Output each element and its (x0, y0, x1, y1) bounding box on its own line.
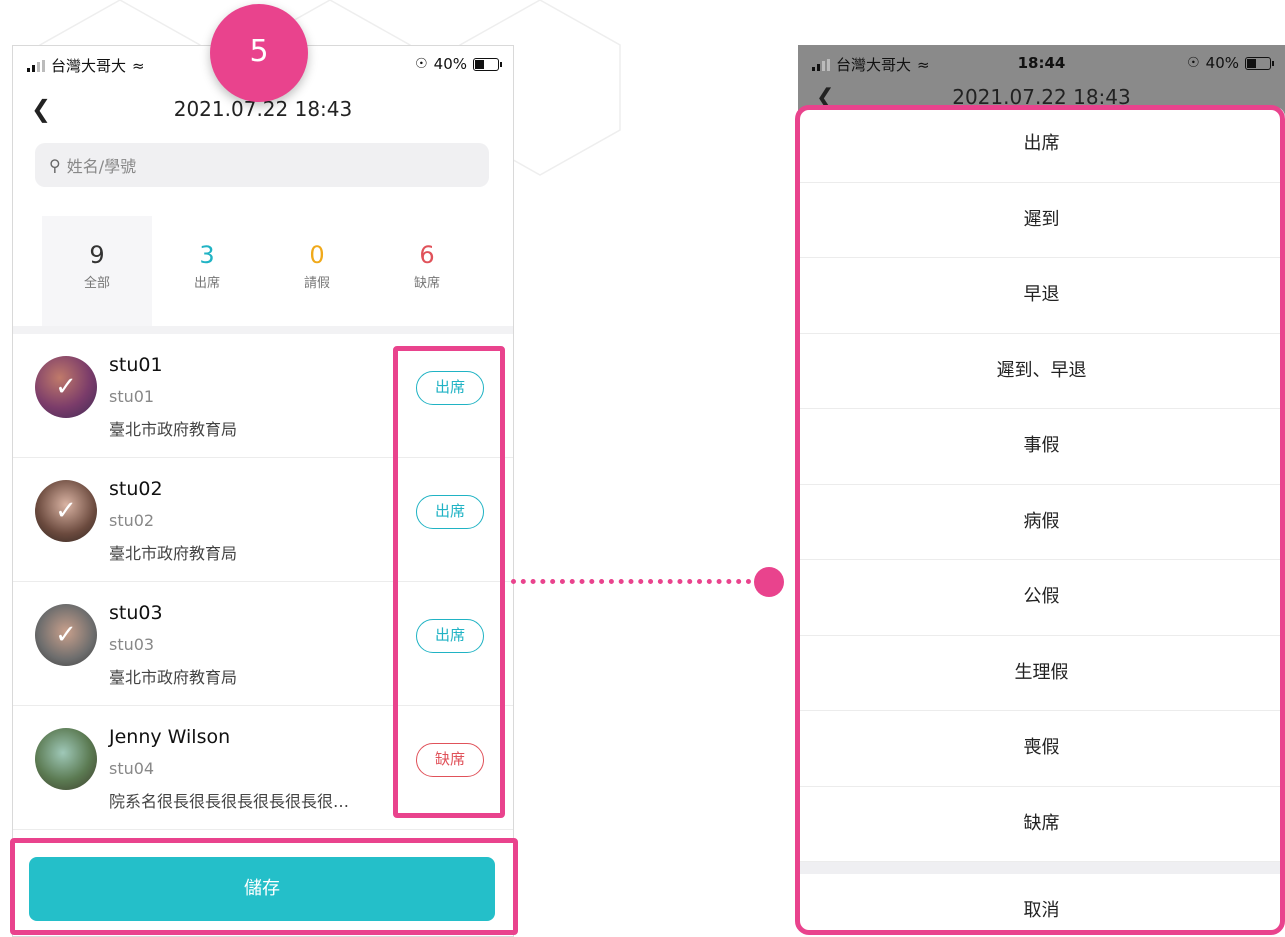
stat-tab-all[interactable]: 9 全部 (42, 216, 152, 326)
stat-count: 3 (199, 241, 215, 269)
option-bereavement-leave[interactable]: 喪假 (798, 711, 1285, 787)
checkmark-icon: ✓ (55, 496, 77, 526)
orientation-lock-icon: ☉ (1187, 55, 1200, 71)
student-list: ✓ stu01 stu01 臺北市政府教育局 出席 ✓ stu02 stu02 … (13, 334, 513, 830)
search-icon: ⚲ (49, 155, 61, 175)
student-org: 臺北市政府教育局 (109, 420, 238, 439)
student-id: stu04 (109, 759, 155, 778)
stat-label: 出席 (193, 276, 220, 291)
wifi-icon: ≈ (132, 56, 145, 75)
option-sick-leave[interactable]: 病假 (798, 485, 1285, 560)
connector-line (511, 579, 761, 584)
attendance-screen: 台灣大哥大 ≈ ☉ 40% ❮ 2021.07.22 18:43 ⚲ 姓名/學號… (12, 45, 514, 937)
option-personal-leave[interactable]: 事假 (798, 409, 1285, 485)
search-input[interactable]: ⚲ 姓名/學號 (35, 143, 489, 187)
sheet-separator (798, 862, 1285, 874)
stat-tab-absent[interactable]: 6 缺席 (372, 216, 482, 326)
stat-label: 全部 (83, 276, 110, 291)
list-item[interactable]: ✓ stu03 stu03 臺北市政府教育局 出席 (13, 582, 513, 706)
stat-label: 缺席 (413, 276, 440, 291)
student-org: 院系名很長很長很長很長很長很… (109, 792, 350, 811)
list-item[interactable]: Jenny Wilson stu04 院系名很長很長很長很長很長很… 缺席 (13, 706, 513, 830)
student-org: 臺北市政府教育局 (109, 668, 238, 687)
page-title: 2021.07.22 18:43 (952, 85, 1131, 109)
option-late[interactable]: 遲到 (798, 183, 1285, 258)
student-org: 臺北市政府教育局 (109, 544, 238, 563)
status-picker-screen: 台灣大哥大 ≈ 18:44 ☉ 40% ❮ 2021.07.22 18:43 出… (798, 45, 1285, 935)
option-menstrual-leave[interactable]: 生理假 (798, 636, 1285, 711)
avatar: ✓ (35, 604, 97, 666)
status-tag[interactable]: 出席 (416, 371, 484, 405)
student-name: Jenny Wilson (109, 726, 231, 748)
status-tag[interactable]: 缺席 (416, 743, 484, 777)
battery-percent: 40% (1205, 54, 1239, 72)
avatar: ✓ (35, 356, 97, 418)
student-id: stu02 (109, 511, 155, 530)
battery-icon (473, 57, 502, 71)
checkmark-icon: ✓ (55, 620, 77, 650)
carrier-label: 台灣大哥大 (51, 57, 127, 75)
status-tag[interactable]: 出席 (416, 619, 484, 653)
avatar: ✓ (35, 480, 97, 542)
stat-tab-present[interactable]: 3 出席 (152, 216, 262, 326)
list-item[interactable]: ✓ stu02 stu02 臺北市政府教育局 出席 (13, 458, 513, 582)
stat-count: 0 (309, 241, 325, 269)
avatar (35, 728, 97, 790)
action-sheet: 出席 遲到 早退 遲到、早退 事假 病假 公假 生理假 喪假 缺席 取消 (798, 107, 1285, 935)
section-divider (13, 326, 513, 334)
connector-dot (754, 567, 784, 597)
stat-count: 6 (419, 241, 435, 269)
student-name: stu01 (109, 354, 163, 376)
status-tag[interactable]: 出席 (416, 495, 484, 529)
option-official-leave[interactable]: 公假 (798, 560, 1285, 636)
signal-icon (27, 59, 45, 72)
checkmark-icon: ✓ (55, 372, 77, 402)
list-item[interactable]: ✓ stu01 stu01 臺北市政府教育局 出席 (13, 334, 513, 458)
orientation-lock-icon: ☉ (415, 56, 428, 72)
attendance-summary: 9 全部 3 出席 0 請假 6 缺席 (13, 216, 513, 326)
option-present[interactable]: 出席 (798, 107, 1285, 183)
option-early-leave[interactable]: 早退 (798, 258, 1285, 334)
save-button[interactable]: 儲存 (29, 857, 495, 921)
cancel-button[interactable]: 取消 (798, 874, 1285, 935)
student-name: stu03 (109, 602, 163, 624)
option-absent[interactable]: 缺席 (798, 787, 1285, 862)
step-number-badge: 5 (210, 4, 308, 102)
option-late-and-early-leave[interactable]: 遲到、早退 (798, 334, 1285, 409)
stat-count: 9 (89, 241, 105, 269)
battery-percent: 40% (433, 55, 467, 73)
student-name: stu02 (109, 478, 163, 500)
search-placeholder: 姓名/學號 (66, 157, 137, 176)
student-id: stu01 (109, 387, 155, 406)
save-bar: 儲存 (13, 841, 513, 936)
stat-label: 請假 (303, 276, 330, 291)
student-id: stu03 (109, 635, 155, 654)
status-bar: 台灣大哥大 ≈ 18:44 ☉ 40% (798, 45, 1285, 79)
battery-icon (1245, 56, 1274, 70)
stat-tab-leave[interactable]: 0 請假 (262, 216, 372, 326)
